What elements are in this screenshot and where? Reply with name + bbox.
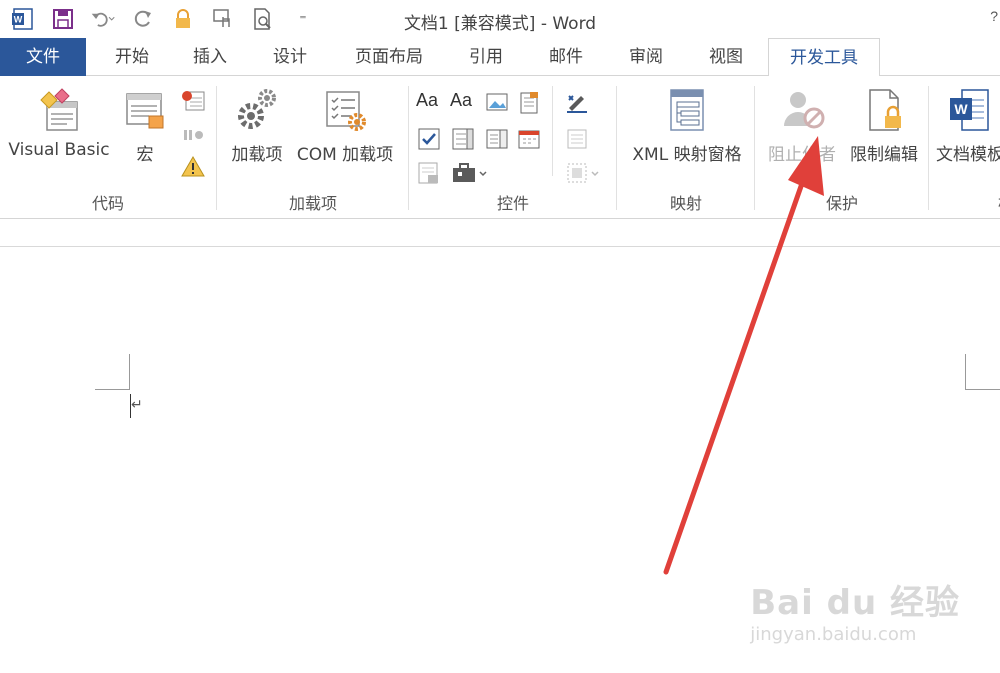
controls-inner-separator	[552, 86, 553, 176]
group-protect-label: 保护	[825, 194, 858, 213]
document-template-icon: W	[950, 89, 989, 131]
tab-references[interactable]: 引用	[450, 38, 522, 76]
design-mode-icon[interactable]	[564, 90, 590, 116]
group-separator	[408, 86, 409, 210]
picture-control-icon[interactable]	[484, 90, 510, 116]
xml-mapping-pane-label: XML 映射窗格	[632, 145, 742, 165]
ribbon-tabs: 文件 开始 插入 设计 页面布局 引用 邮件 审阅 视图 开发工具	[0, 38, 1000, 77]
group-code: Visual Basic 宏 代码	[0, 82, 216, 218]
crop-mark-top-right-vertical	[965, 354, 966, 390]
macro-icon	[126, 93, 164, 129]
macro-button[interactable]: 宏	[118, 86, 172, 165]
rich-text-control-icon[interactable]: Aa	[416, 90, 442, 116]
addins-label: 加载项	[231, 145, 283, 165]
combo-box-control-icon[interactable]	[450, 126, 476, 152]
group-templates: W 文档模板 模	[930, 82, 1000, 218]
watermark-brand: Bai du 经验	[750, 583, 960, 623]
block-authors-icon	[784, 92, 825, 129]
tab-page-layout[interactable]: 页面布局	[334, 38, 444, 76]
group-controls-label: 控件	[496, 194, 529, 213]
macro-label: 宏	[136, 145, 154, 165]
com-addins-label: COM 加载项	[296, 145, 394, 165]
group-control-icon[interactable]	[564, 160, 604, 186]
group-separator	[928, 86, 929, 210]
group-separator	[754, 86, 755, 210]
ribbon-developer: Visual Basic 宏 代码 加载项 COM 加载项 加载项 Aa Aa …	[0, 76, 1000, 219]
watermark-url: jingyan.baidu.com	[750, 624, 917, 645]
tab-review[interactable]: 审阅	[610, 38, 682, 76]
tab-home[interactable]: 开始	[96, 38, 168, 76]
restrict-editing-label: 限制编辑	[850, 145, 918, 165]
group-separator	[216, 86, 217, 210]
building-block-control-icon[interactable]	[516, 90, 542, 116]
xml-mapping-pane-button[interactable]: XML 映射窗格	[622, 86, 752, 165]
tab-developer[interactable]: 开发工具	[768, 38, 880, 77]
crop-mark-top-left-vertical	[129, 354, 130, 390]
record-macro-icon[interactable]	[180, 88, 206, 114]
pause-recording-icon[interactable]	[180, 122, 206, 148]
crop-mark-top-right-horizontal	[965, 389, 1000, 390]
tab-insert[interactable]: 插入	[174, 38, 246, 76]
visual-basic-button[interactable]: Visual Basic	[6, 86, 112, 160]
crop-mark-top-left-horizontal	[95, 389, 130, 390]
dropdown-list-control-icon[interactable]	[484, 126, 510, 152]
addins-button[interactable]: 加载项	[226, 86, 288, 165]
help-icon[interactable]: ?	[990, 8, 998, 24]
group-controls: Aa Aa 控件	[410, 82, 616, 218]
paragraph-mark-icon: ↵	[131, 396, 143, 412]
group-protect: 阻止作者 限制编辑 保护	[756, 82, 928, 218]
group-mapping-label: 映射	[669, 194, 702, 213]
tab-mailings[interactable]: 邮件	[530, 38, 602, 76]
document-page[interactable]: ↵ Bai du 经验 jingyan.baidu.com	[0, 248, 1000, 673]
ruler-area	[0, 219, 1000, 247]
checkbox-control-icon[interactable]	[416, 126, 442, 152]
group-code-label: 代码	[91, 194, 124, 213]
group-addins-label: 加载项	[288, 194, 337, 213]
plain-text-control-icon[interactable]: Aa	[450, 90, 476, 116]
legacy-form-icon[interactable]	[416, 160, 442, 186]
visual-basic-icon	[40, 88, 78, 131]
addins-gear-icon	[238, 89, 276, 129]
watermark: Bai du 经验 jingyan.baidu.com	[750, 575, 960, 645]
com-addins-icon	[326, 91, 366, 131]
com-addins-button[interactable]: COM 加载项	[290, 86, 400, 165]
restrict-editing-icon	[869, 89, 901, 131]
date-picker-control-icon[interactable]	[516, 126, 542, 152]
restrict-editing-button[interactable]: 限制编辑	[844, 86, 924, 165]
block-authors-label: 阻止作者	[768, 145, 836, 165]
macro-security-icon[interactable]	[180, 154, 206, 180]
group-mapping: XML 映射窗格 映射	[618, 82, 754, 218]
group-templates-label: 模	[944, 190, 1000, 214]
group-addins: 加载项 COM 加载项 加载项	[218, 82, 408, 218]
group-separator	[616, 86, 617, 210]
svg-text:W: W	[954, 101, 968, 117]
block-authors-button[interactable]: 阻止作者	[762, 86, 842, 165]
window-title: 文档1 [兼容模式] - Word	[403, 14, 597, 34]
visual-basic-label: Visual Basic	[8, 140, 110, 160]
properties-icon[interactable]	[564, 126, 590, 152]
title-bar: W ⁼ 文档1 [兼容模式] - Word ?	[0, 0, 1000, 38]
document-template-button[interactable]: W 文档模板	[936, 86, 1000, 165]
xml-mapping-icon	[670, 89, 704, 131]
tab-design[interactable]: 设计	[254, 38, 326, 76]
tab-view[interactable]: 视图	[690, 38, 762, 76]
document-template-label: 文档模板	[936, 145, 1000, 165]
legacy-tools-icon[interactable]	[450, 160, 492, 186]
tab-file[interactable]: 文件	[0, 38, 86, 76]
